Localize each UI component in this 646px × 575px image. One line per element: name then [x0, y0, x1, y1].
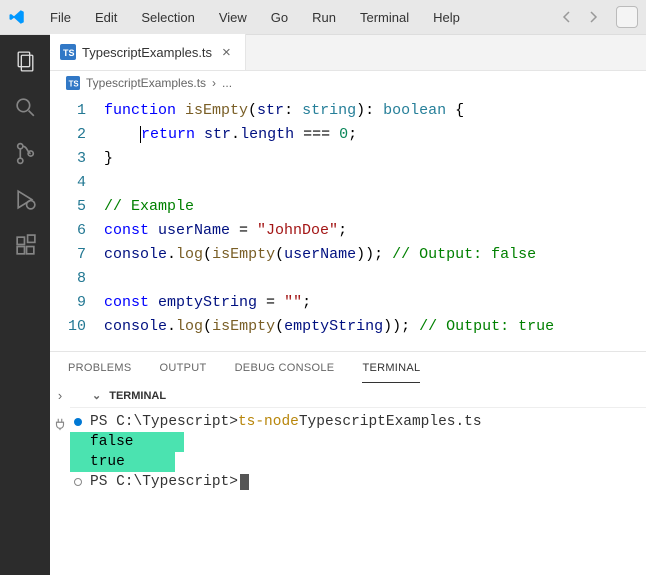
breadcrumb-separator: › [212, 76, 216, 90]
line-number: 2 [50, 123, 104, 147]
code-line: return str.length === 0; [104, 123, 646, 147]
code-line: console.log(isEmpty(userName)); // Outpu… [104, 243, 646, 267]
typescript-file-icon: TS [60, 44, 76, 60]
status-dot-icon [74, 418, 82, 426]
terminal-line: PS C:\Typescript> [70, 472, 646, 492]
run-debug-icon[interactable] [11, 185, 39, 213]
menu-view[interactable]: View [209, 6, 257, 29]
tab-terminal[interactable]: TERMINAL [362, 354, 420, 383]
line-number: 8 [50, 267, 104, 291]
chevron-right-icon[interactable]: › [58, 388, 62, 403]
menu-run[interactable]: Run [302, 6, 346, 29]
close-icon[interactable]: × [218, 44, 235, 61]
terminal-header: TERMINAL [109, 390, 166, 402]
line-number: 1 [50, 99, 104, 123]
plug-icon[interactable] [53, 417, 67, 434]
terminal-output: true [70, 452, 646, 472]
tab-output[interactable]: OUTPUT [160, 354, 207, 382]
code-line: const emptyString = ""; [104, 291, 646, 315]
status-dot-icon [74, 478, 82, 486]
line-number: 5 [50, 195, 104, 219]
code-line: const userName = "JohnDoe"; [104, 219, 646, 243]
terminal-content[interactable]: PS C:\Typescript> ts-node TypescriptExam… [70, 408, 646, 496]
code-line: function isEmpty(str: string): boolean { [104, 99, 646, 123]
tab-typescript-examples[interactable]: TS TypescriptExamples.ts × [50, 34, 246, 70]
menu-help[interactable]: Help [423, 6, 470, 29]
menu-selection[interactable]: Selection [131, 6, 204, 29]
cursor-icon [240, 474, 249, 490]
tab-filename: TypescriptExamples.ts [82, 45, 212, 60]
nav-back-icon[interactable] [558, 8, 576, 26]
breadcrumb-rest: ... [222, 76, 232, 90]
terminal-line: PS C:\Typescript> ts-node TypescriptExam… [70, 412, 646, 432]
svg-text:TS: TS [69, 80, 79, 89]
source-control-icon[interactable] [11, 139, 39, 167]
code-line: // Example [104, 195, 646, 219]
line-number: 9 [50, 291, 104, 315]
typescript-file-icon: TS [66, 76, 80, 90]
terminal-output: false [70, 432, 646, 452]
menu-file[interactable]: File [40, 6, 81, 29]
tab-debug-console[interactable]: DEBUG CONSOLE [235, 354, 335, 382]
code-line [104, 267, 646, 291]
activity-bar [0, 35, 50, 575]
line-number: 4 [50, 171, 104, 195]
menu-terminal[interactable]: Terminal [350, 6, 419, 29]
bottom-panel: PROBLEMS OUTPUT DEBUG CONSOLE TERMINAL ›… [50, 351, 646, 496]
code-line: } [104, 147, 646, 171]
tab-problems[interactable]: PROBLEMS [68, 354, 132, 382]
svg-text:TS: TS [63, 48, 75, 58]
code-line: console.log(isEmpty(emptyString)); // Ou… [104, 315, 646, 339]
editor-tabs: TS TypescriptExamples.ts × [50, 35, 646, 71]
line-number: 10 [50, 315, 104, 339]
line-number: 6 [50, 219, 104, 243]
chevron-down-icon[interactable]: ⌄ [92, 389, 101, 402]
code-editor[interactable]: 1function isEmpty(str: string): boolean … [50, 95, 646, 351]
layout-button[interactable] [616, 6, 638, 28]
nav-forward-icon[interactable] [584, 8, 602, 26]
menu-edit[interactable]: Edit [85, 6, 127, 29]
line-number: 3 [50, 147, 104, 171]
menu-go[interactable]: Go [261, 6, 298, 29]
breadcrumb-filename: TypescriptExamples.ts [86, 76, 206, 90]
code-line [104, 171, 646, 195]
explorer-icon[interactable] [11, 47, 39, 75]
vscode-logo-icon [8, 8, 26, 26]
search-icon[interactable] [11, 93, 39, 121]
extensions-icon[interactable] [11, 231, 39, 259]
title-bar: File Edit Selection View Go Run Terminal… [0, 0, 646, 35]
line-number: 7 [50, 243, 104, 267]
breadcrumb[interactable]: TS TypescriptExamples.ts › ... [50, 71, 646, 95]
